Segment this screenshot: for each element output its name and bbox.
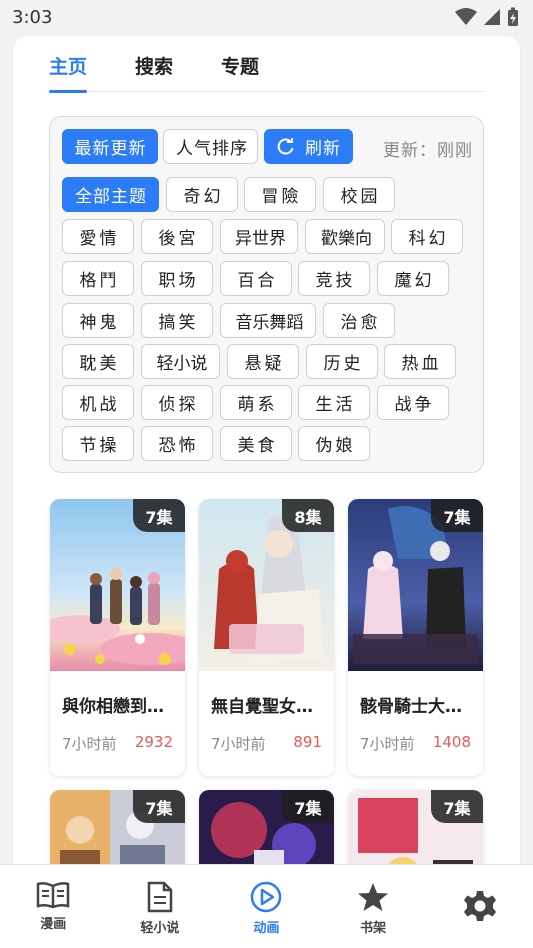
topic-chip[interactable]: 耽美 [62, 344, 134, 379]
topic-chip[interactable]: 轻小说 [141, 344, 220, 379]
nav-settings[interactable] [426, 865, 533, 948]
status-icons [455, 7, 519, 27]
topic-chip[interactable]: 科幻 [391, 219, 463, 254]
anime-title: 骸骨騎士大人異世界冒險中 [360, 697, 474, 717]
update-time: 7小时前 [211, 735, 266, 753]
topic-chip[interactable]: 奇幻 [166, 177, 238, 212]
topic-chip[interactable]: 愛情 [62, 219, 134, 254]
nav-anime[interactable]: 动画 [213, 865, 320, 948]
nav-label: 书架 [360, 921, 387, 936]
tab-home[interactable]: 主页 [49, 50, 88, 93]
topic-chip[interactable]: 侦探 [141, 385, 213, 420]
episode-badge: 7集 [431, 499, 483, 532]
topic-chip[interactable]: 冒險 [244, 177, 316, 212]
episode-badge: 7集 [133, 499, 185, 532]
refresh-icon [277, 137, 294, 154]
nav-novel[interactable]: 轻小说 [107, 865, 214, 948]
filter-panel: 最新更新 人气排序 刷新 更新：刚刚 全部主题 奇幻 冒險 校园 愛情 後宮 异… [49, 116, 484, 473]
star-icon [358, 883, 389, 911]
refresh-label: 刷新 [305, 139, 341, 159]
episode-badge: 7集 [431, 790, 483, 823]
topic-chip[interactable]: 热血 [384, 344, 456, 379]
topic-chip[interactable]: 校园 [323, 177, 395, 212]
book-icon [37, 882, 70, 909]
topic-chip[interactable]: 美食 [220, 426, 292, 461]
anime-title: 與你相戀到天國 [62, 697, 176, 717]
topic-chip[interactable]: 歡樂向 [305, 219, 385, 254]
topic-chip[interactable]: 机战 [62, 385, 134, 420]
topic-chip[interactable]: 後宮 [141, 219, 213, 254]
topic-chip[interactable]: 历史 [306, 344, 378, 379]
anime-card[interactable]: 7集 骸骨騎士大人異世界冒險中 7小时前 1408 [348, 499, 483, 776]
anime-card[interactable]: 8集 無自覺聖女依舊 7小时前 891 [199, 499, 334, 776]
topic-chip[interactable]: 悬疑 [227, 344, 299, 379]
topic-chip[interactable]: 百合 [220, 261, 292, 296]
topic-chip[interactable]: 搞笑 [141, 303, 213, 338]
status-time: 3:03 [12, 6, 53, 28]
update-time: 7小时前 [62, 735, 117, 753]
topic-chip[interactable]: 恐怖 [141, 426, 213, 461]
topic-chip[interactable]: 生活 [298, 385, 370, 420]
update-status: 更新：刚刚 [383, 141, 473, 161]
wifi-icon [455, 8, 477, 25]
topic-chip[interactable]: 职场 [141, 261, 213, 296]
nav-bookshelf[interactable]: 书架 [320, 865, 427, 948]
topic-chip[interactable]: 萌系 [220, 385, 292, 420]
topic-chip[interactable]: 魔幻 [377, 261, 449, 296]
play-icon [251, 881, 282, 913]
nav-manga[interactable]: 漫画 [0, 865, 107, 948]
view-count: 2932 [134, 733, 173, 751]
topic-chip[interactable]: 神鬼 [62, 303, 134, 338]
episode-badge: 7集 [133, 790, 185, 823]
nav-label: 漫画 [40, 917, 67, 932]
topic-chip[interactable]: 异世界 [220, 219, 298, 254]
tab-topics[interactable]: 专题 [221, 50, 259, 92]
topic-chip[interactable]: 治愈 [323, 303, 395, 338]
top-tabs: 主页 搜索 专题 [49, 50, 485, 93]
view-count: 891 [293, 733, 322, 751]
update-time: 7小时前 [360, 735, 415, 753]
refresh-button[interactable]: 刷新 [264, 129, 353, 164]
topic-all[interactable]: 全部主题 [62, 177, 159, 212]
signal-icon [484, 9, 500, 25]
gear-icon [463, 891, 496, 921]
topic-chip[interactable]: 伪娘 [298, 426, 370, 461]
episode-badge: 8集 [282, 499, 334, 532]
main-card: 主页 搜索 专题 最新更新 人气排序 刷新 更新：刚刚 全部主题 奇幻 冒險 校… [13, 36, 520, 896]
view-count: 1408 [432, 733, 471, 751]
episode-badge: 7集 [282, 790, 334, 823]
topic-chip[interactable]: 战争 [377, 385, 449, 420]
topic-chip[interactable]: 音乐舞蹈 [220, 303, 316, 338]
anime-title: 無自覺聖女依舊 [211, 697, 325, 717]
topic-chip[interactable]: 竞技 [298, 261, 370, 296]
status-bar: 3:03 [0, 0, 533, 34]
bottom-nav: 漫画 轻小说 动画 书架 [0, 864, 533, 948]
battery-icon [508, 7, 518, 26]
nav-label: 轻小说 [140, 921, 180, 936]
topic-chip[interactable]: 格鬥 [62, 261, 134, 296]
sort-popular-button[interactable]: 人气排序 [163, 129, 258, 164]
document-icon [147, 881, 173, 913]
topic-chip[interactable]: 节操 [62, 426, 134, 461]
nav-label: 动画 [253, 921, 280, 936]
tab-search[interactable]: 搜索 [135, 50, 173, 92]
anime-card[interactable]: 7集 與你相戀到天國 7小时前 2932 [50, 499, 185, 776]
sort-latest-button[interactable]: 最新更新 [62, 129, 158, 164]
